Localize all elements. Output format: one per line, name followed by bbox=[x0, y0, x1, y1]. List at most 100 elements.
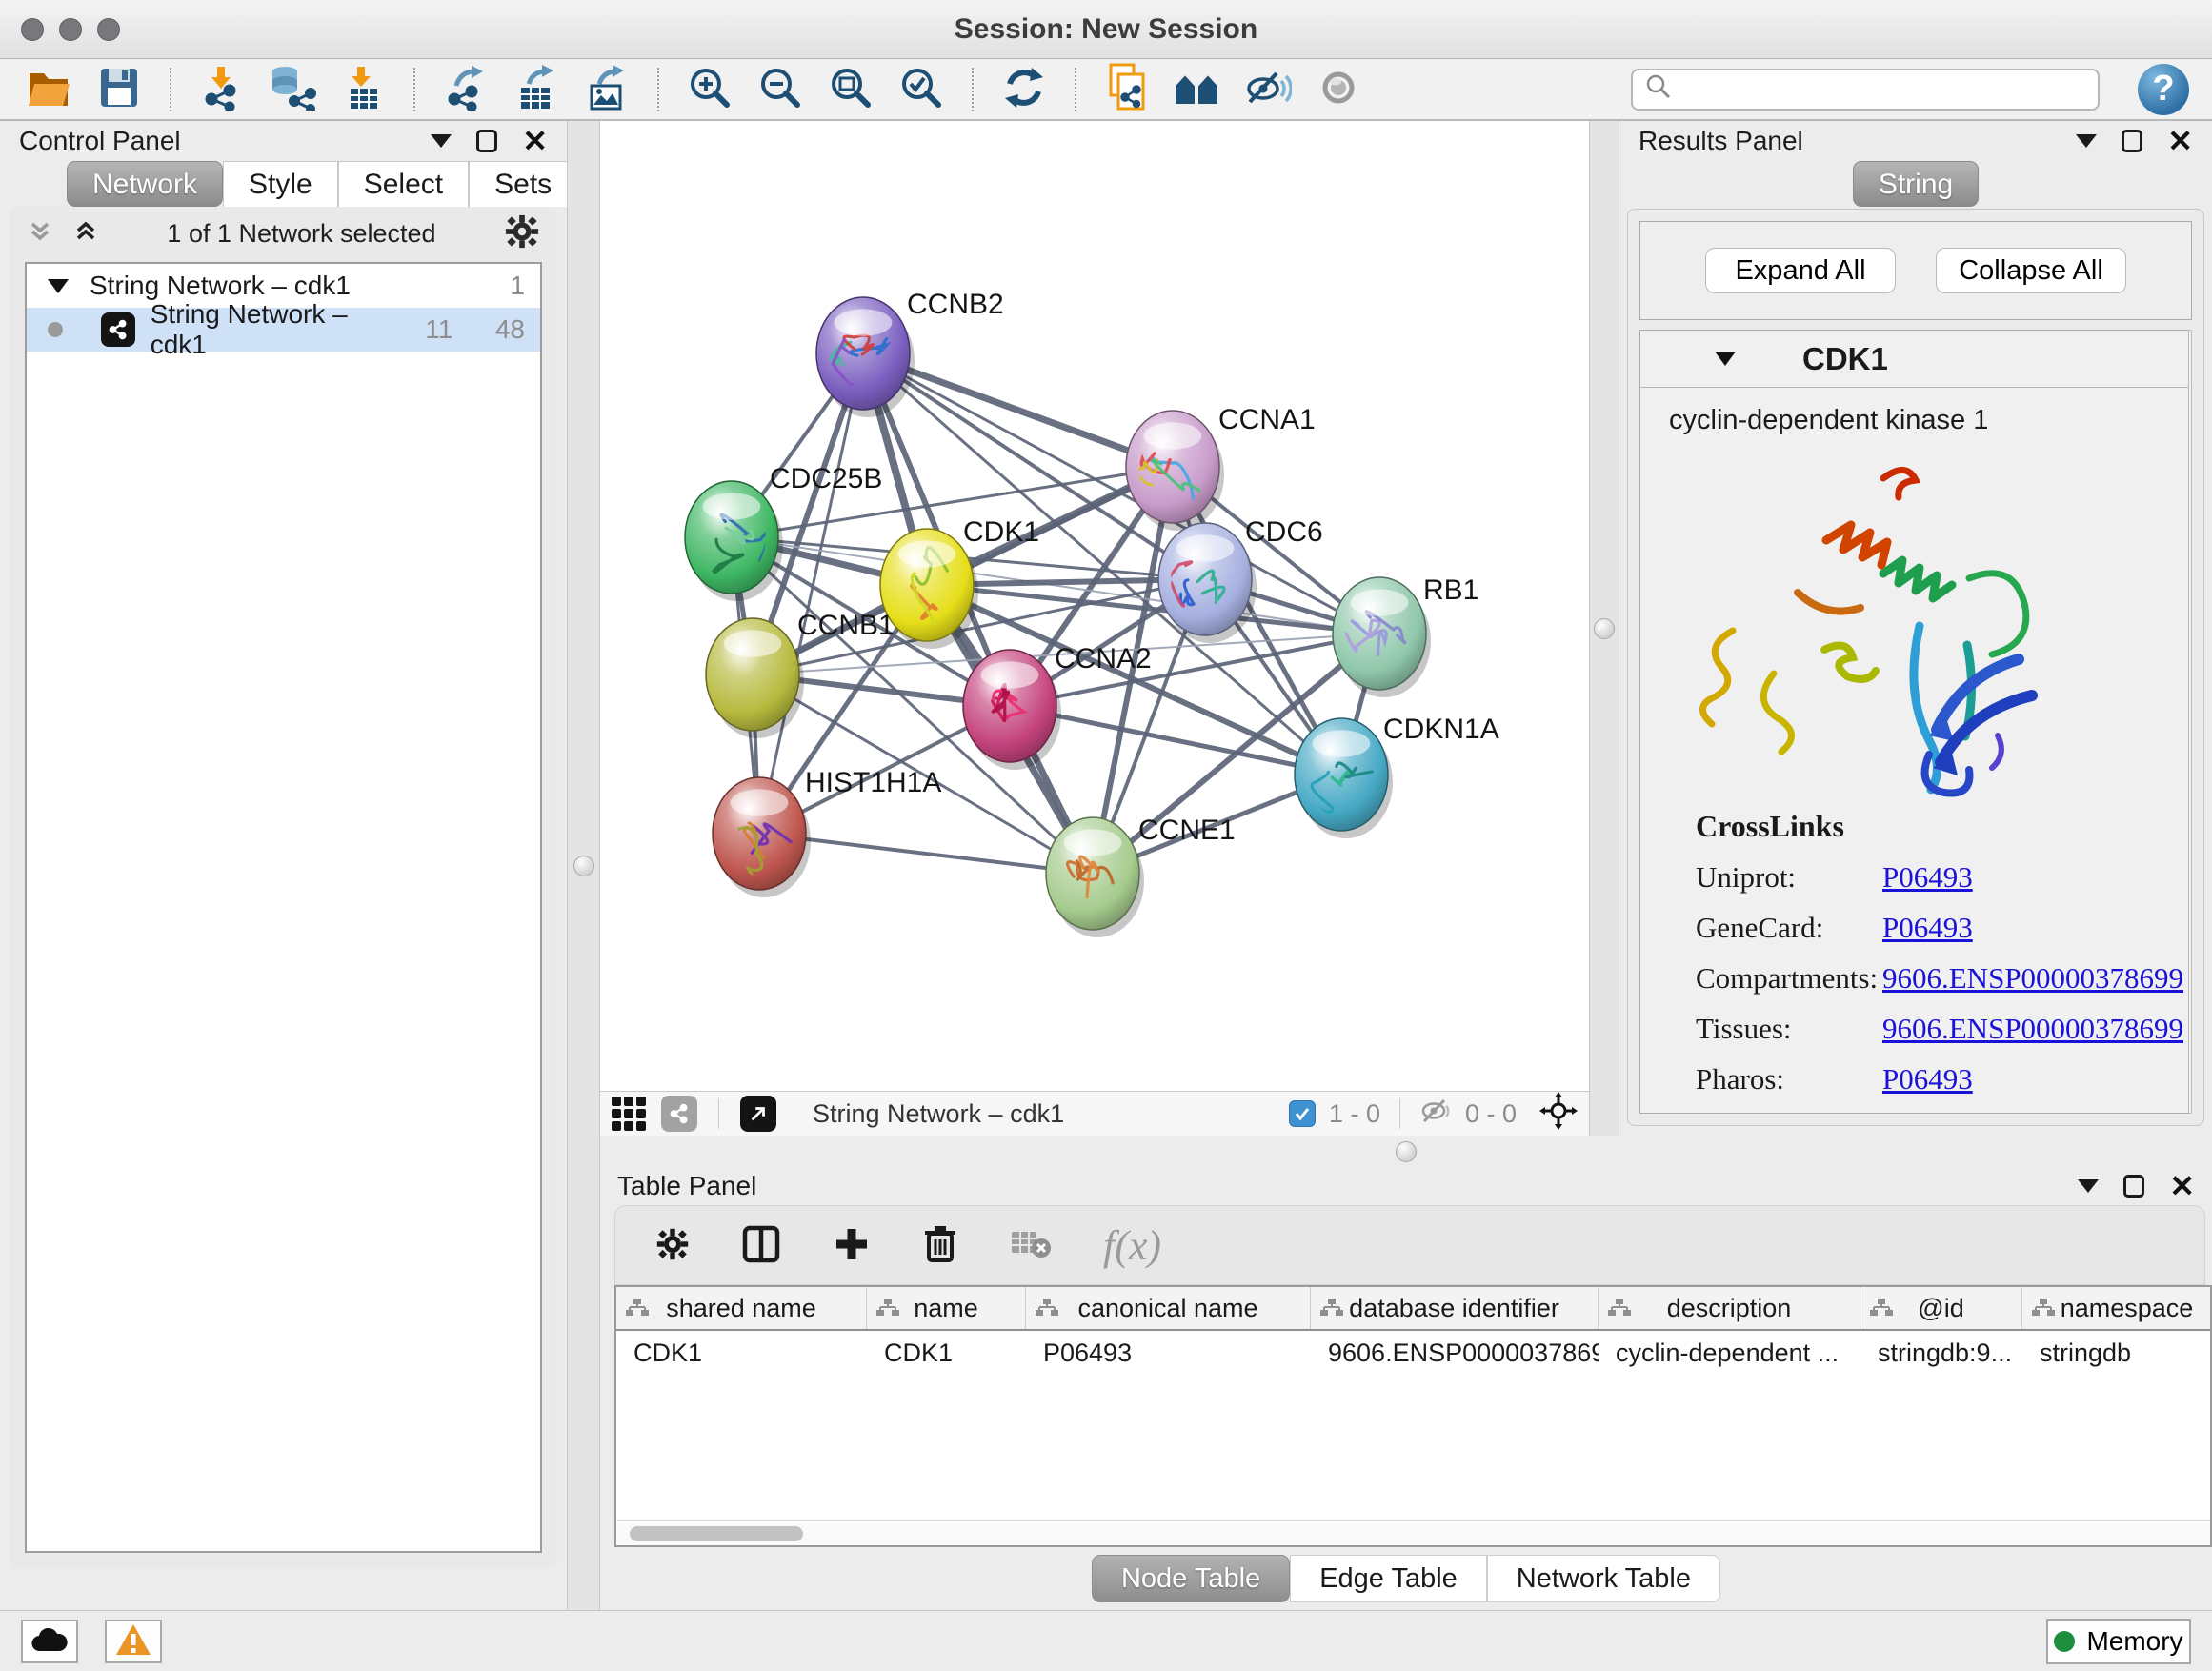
entry-collapse-icon[interactable] bbox=[1715, 352, 1736, 366]
table-horizontal-scrollbar[interactable] bbox=[616, 1520, 2210, 1545]
import-network-database-button[interactable] bbox=[267, 64, 318, 115]
scrollbar-thumb[interactable] bbox=[630, 1526, 803, 1541]
help-button[interactable]: ? bbox=[2138, 64, 2189, 115]
table-cell[interactable]: cyclin-dependent ... bbox=[1599, 1331, 1860, 1375]
panel-close-icon[interactable]: ✕ bbox=[2169, 1171, 2195, 1201]
table-cell[interactable]: 9606.ENSP00000378699 bbox=[1311, 1331, 1599, 1375]
column-header-description[interactable]: description bbox=[1599, 1287, 1860, 1329]
zoom-fit-button[interactable] bbox=[825, 64, 876, 115]
tab-string[interactable]: String bbox=[1853, 161, 1979, 207]
panel-menu-icon[interactable] bbox=[431, 134, 452, 148]
refresh-button[interactable] bbox=[998, 64, 1050, 115]
column-header-shared-name[interactable]: shared name bbox=[616, 1287, 867, 1329]
crosslink-link[interactable]: 9606.ENSP00000378699 bbox=[1882, 1012, 2183, 1046]
delete-column-button[interactable] bbox=[922, 1224, 958, 1267]
warning-status-button[interactable] bbox=[105, 1620, 162, 1663]
show-all-button[interactable] bbox=[1313, 64, 1364, 115]
selected-checkbox-icon[interactable] bbox=[1289, 1100, 1316, 1127]
panel-float-icon[interactable] bbox=[476, 130, 497, 152]
maximize-window-button[interactable] bbox=[97, 18, 120, 41]
close-window-button[interactable] bbox=[21, 18, 44, 41]
zoom-selected-button[interactable] bbox=[895, 64, 947, 115]
collapse-all-chevron-icon[interactable] bbox=[27, 218, 53, 250]
crosslink-link[interactable]: P06493 bbox=[1882, 860, 1973, 895]
crosslink-link[interactable]: 9606.ENSP00000378699 bbox=[1882, 961, 2183, 996]
open-session-button[interactable] bbox=[23, 64, 74, 115]
hide-selected-button[interactable] bbox=[1242, 64, 1294, 115]
column-header-namespace[interactable]: namespace bbox=[2022, 1287, 2212, 1329]
export-network-button[interactable] bbox=[440, 64, 492, 115]
vertical-splitter-right[interactable] bbox=[1589, 121, 1619, 1136]
entry-header[interactable]: CDK1 bbox=[1640, 331, 2188, 388]
tab-sets[interactable]: Sets bbox=[469, 161, 577, 207]
network-edge-CDK1-RB1[interactable] bbox=[927, 585, 1379, 634]
network-canvas[interactable]: CCNB2CCNA1CDC25BCDK1CDC6RB1CCNB1CCNA2CDK… bbox=[600, 121, 1589, 1091]
delete-table-button[interactable] bbox=[1010, 1228, 1052, 1263]
table-cell[interactable]: P06493 bbox=[1026, 1331, 1311, 1375]
panel-close-icon[interactable]: ✕ bbox=[522, 126, 548, 156]
zoom-out-button[interactable] bbox=[754, 64, 806, 115]
gear-icon[interactable] bbox=[504, 213, 540, 254]
table-cell[interactable]: CDK1 bbox=[867, 1331, 1026, 1375]
splitter-knob[interactable] bbox=[1396, 1141, 1417, 1162]
splitter-knob[interactable] bbox=[573, 856, 594, 876]
table-cell[interactable]: stringdb bbox=[2022, 1331, 2212, 1375]
panel-menu-icon[interactable] bbox=[2078, 1179, 2099, 1193]
network-node-CDKN1A[interactable]: CDKN1A bbox=[1295, 714, 1499, 838]
network-node-CCNE1[interactable]: CCNE1 bbox=[1046, 815, 1236, 937]
crosslink-link[interactable]: P06493 bbox=[1882, 911, 1973, 945]
column-header-@id[interactable]: @id bbox=[1860, 1287, 2022, 1329]
vertical-splitter-left[interactable] bbox=[567, 121, 600, 1610]
network-row-selected[interactable]: String Network – cdk1 11 48 bbox=[27, 308, 540, 352]
tab-network[interactable]: Network bbox=[67, 161, 223, 207]
crosslink-link[interactable]: P06493 bbox=[1882, 1062, 1973, 1097]
network-share-icon[interactable] bbox=[661, 1096, 697, 1132]
table-tab-edge-table[interactable]: Edge Table bbox=[1290, 1555, 1487, 1602]
tree-expand-icon[interactable] bbox=[48, 279, 69, 293]
table-tab-network-table[interactable]: Network Table bbox=[1487, 1555, 1720, 1602]
node-label-CCNB2: CCNB2 bbox=[907, 289, 1004, 320]
network-node-CCNA1[interactable]: CCNA1 bbox=[1126, 404, 1316, 531]
table-cell[interactable]: CDK1 bbox=[616, 1331, 867, 1375]
splitter-knob[interactable] bbox=[1594, 618, 1615, 639]
tab-style[interactable]: Style bbox=[223, 161, 338, 207]
cloud-status-button[interactable] bbox=[21, 1620, 78, 1663]
import-network-file-button[interactable] bbox=[196, 64, 248, 115]
minimize-window-button[interactable] bbox=[59, 18, 82, 41]
detach-view-icon[interactable] bbox=[740, 1096, 776, 1132]
horizontal-splitter[interactable] bbox=[600, 1136, 2212, 1167]
table-settings-button[interactable] bbox=[655, 1227, 690, 1264]
column-header-database-identifier[interactable]: database identifier bbox=[1311, 1287, 1599, 1329]
panel-menu-icon[interactable] bbox=[2076, 134, 2097, 148]
panel-float-icon[interactable] bbox=[2123, 1175, 2144, 1198]
create-column-button[interactable] bbox=[833, 1225, 871, 1266]
column-header-canonical-name[interactable]: canonical name bbox=[1026, 1287, 1311, 1329]
table-tab-node-table[interactable]: Node Table bbox=[1092, 1555, 1290, 1602]
table-cell[interactable]: stringdb:9... bbox=[1860, 1331, 2022, 1375]
save-session-button[interactable] bbox=[93, 64, 145, 115]
import-table-button[interactable] bbox=[337, 64, 389, 115]
collapse-all-button[interactable]: Collapse All bbox=[1936, 248, 2126, 293]
column-header-name[interactable]: name bbox=[867, 1287, 1026, 1329]
network-node-RB1[interactable]: RB1 bbox=[1333, 574, 1478, 697]
grid-view-icon[interactable] bbox=[612, 1097, 646, 1131]
memory-button[interactable]: Memory bbox=[2046, 1619, 2191, 1664]
panel-float-icon[interactable] bbox=[2122, 130, 2142, 152]
zoom-in-button[interactable] bbox=[684, 64, 735, 115]
expand-all-button[interactable]: Expand All bbox=[1705, 248, 1896, 293]
expand-all-chevron-icon[interactable] bbox=[72, 218, 99, 250]
tab-select[interactable]: Select bbox=[338, 161, 469, 207]
crosshair-icon[interactable] bbox=[1539, 1092, 1578, 1137]
search-input[interactable] bbox=[1682, 73, 2086, 105]
panel-close-icon[interactable]: ✕ bbox=[2167, 126, 2193, 156]
show-columns-button[interactable] bbox=[741, 1224, 781, 1267]
hidden-eye-icon[interactable] bbox=[1419, 1097, 1452, 1132]
table-row[interactable]: CDK1CDK1P064939606.ENSP00000378699cyclin… bbox=[616, 1331, 2210, 1375]
clone-network-button[interactable] bbox=[1101, 64, 1153, 115]
network-node-HIST1H1A[interactable]: HIST1H1A bbox=[713, 767, 941, 897]
first-neighbors-button[interactable] bbox=[1172, 64, 1223, 115]
export-image-button[interactable] bbox=[581, 64, 633, 115]
export-table-button[interactable] bbox=[511, 64, 562, 115]
table-panel-title: Table Panel bbox=[617, 1171, 756, 1201]
function-builder-button[interactable]: f(x) bbox=[1103, 1221, 1161, 1270]
